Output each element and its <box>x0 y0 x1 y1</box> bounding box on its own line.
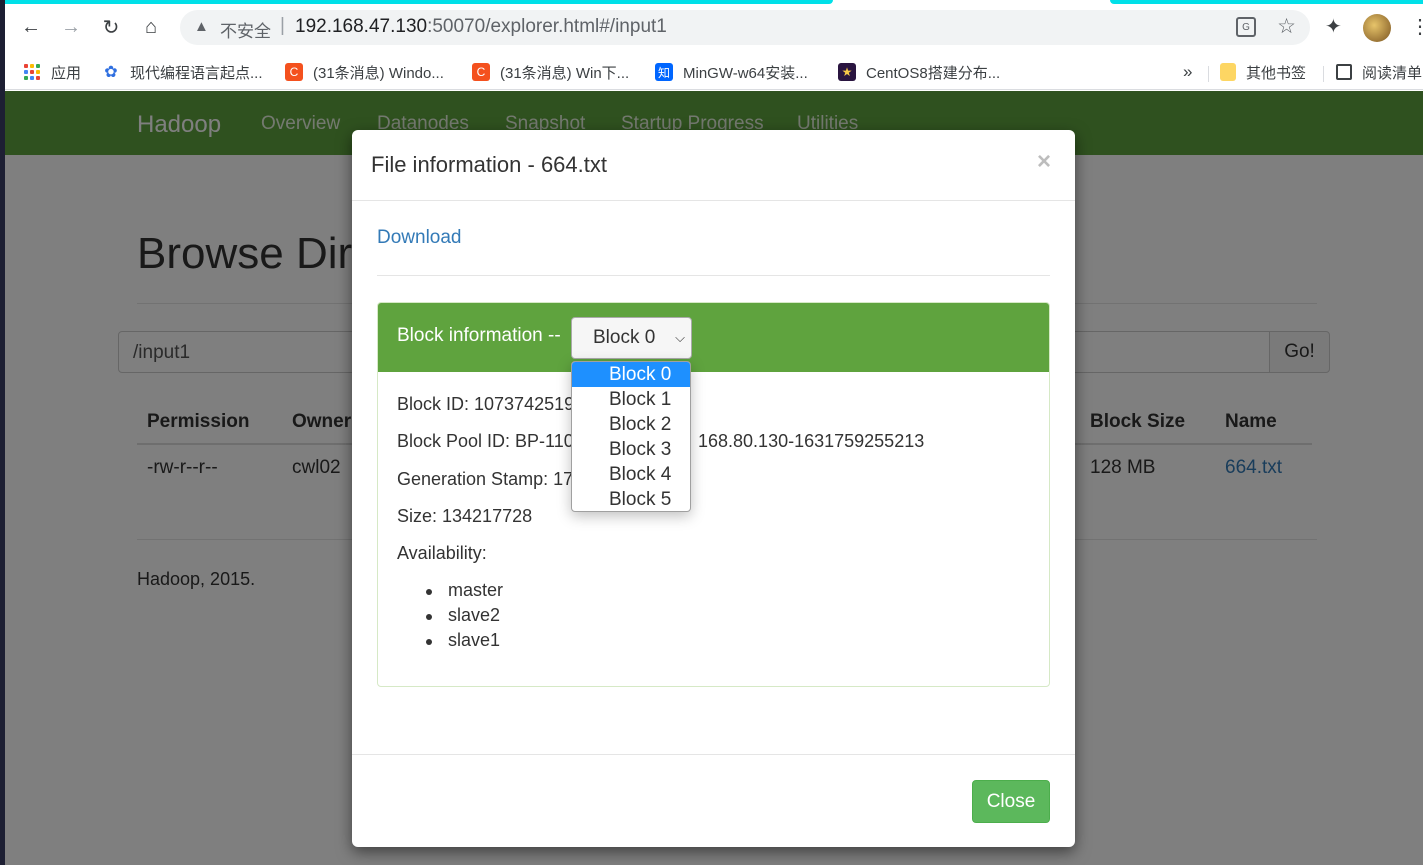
dropdown-option[interactable]: Block 5 <box>572 487 690 511</box>
forward-arrow-icon[interactable]: → <box>58 14 84 40</box>
dropdown-option[interactable]: Block 3 <box>572 437 690 462</box>
divider <box>377 275 1050 276</box>
block-size: Size: 134217728 <box>397 506 533 526</box>
url-separator: | <box>280 15 285 36</box>
bookmarks-bar: 应用 ✿ 现代编程语言起点... C (31条消息) Windo... C (3… <box>5 54 1423 90</box>
block-pool-id: Block Pool ID: BP-110 <box>397 431 574 451</box>
baidu-paw-icon: ✿ <box>104 64 118 81</box>
dropdown-option[interactable]: Block 1 <box>572 387 690 412</box>
block-id: Block ID: 1073742519 <box>397 394 575 414</box>
tab-accent-line <box>1110 0 1423 4</box>
bookmark-item[interactable]: ★ CentOS8搭建分布... <box>838 60 1000 84</box>
url-host: 192.168.47.130 <box>295 16 428 37</box>
block-select[interactable]: Block 0 ⌵ <box>571 317 692 359</box>
dropdown-option[interactable]: Block 0 <box>572 362 690 387</box>
url-path: :50070/explorer.html#/input1 <box>427 16 667 37</box>
home-icon[interactable]: ⌂ <box>138 14 164 40</box>
bookmark-item[interactable]: C (31条消息) Windo... <box>285 60 444 84</box>
reload-icon[interactable]: ↻ <box>98 14 124 40</box>
bookmark-label: (31条消息) Win下... <box>500 64 630 82</box>
warning-triangle-icon: ▲ <box>194 18 209 35</box>
reading-list[interactable]: 阅读清单 <box>1336 60 1422 84</box>
site-icon: ★ <box>838 63 856 81</box>
apps-grid-icon <box>23 63 41 81</box>
list-item: master <box>426 580 503 605</box>
tab-accent-line <box>5 0 833 4</box>
block-pool-id-tail: 168.80.130-1631759255213 <box>698 431 925 451</box>
zhihu-icon: 知 <box>655 63 673 81</box>
generation-stamp: Generation Stamp: 17 <box>397 469 574 489</box>
csdn-icon: C <box>472 63 490 81</box>
extensions-puzzle-icon[interactable]: ✦ <box>1325 14 1342 39</box>
insecure-label: 不安全 <box>220 22 271 41</box>
reading-list-icon <box>1336 64 1352 80</box>
close-button[interactable]: Close <box>972 780 1050 823</box>
block-dropdown-list: Block 0 Block 1 Block 2 Block 3 Block 4 … <box>571 361 691 512</box>
dropdown-option[interactable]: Block 4 <box>572 462 690 487</box>
list-item: slave2 <box>426 605 503 630</box>
modal-header: File information - 664.txt × <box>352 130 1075 201</box>
bookmark-apps[interactable]: 应用 <box>23 60 81 84</box>
block-information-panel: Block information -- Block 0 ⌵ Block ID:… <box>377 302 1050 687</box>
bookmark-star-icon[interactable]: ☆ <box>1277 14 1296 39</box>
menu-dots-icon[interactable]: ⋮ <box>1410 14 1423 39</box>
chevron-down-icon: ⌵ <box>675 330 685 345</box>
folder-icon <box>1220 63 1236 81</box>
url-text[interactable]: 192.168.47.130:50070/explorer.html#/inpu… <box>295 16 667 38</box>
other-bookmarks[interactable]: 其他书签 <box>1220 60 1306 84</box>
bookmark-item[interactable]: ✿ 现代编程语言起点... <box>102 60 263 84</box>
bookmark-item[interactable]: 知 MinGW-w64安装... <box>655 60 808 84</box>
reading-list-label: 阅读清单 <box>1362 64 1423 82</box>
file-information-modal: File information - 664.txt × Download Bl… <box>352 130 1075 847</box>
close-icon[interactable]: × <box>1037 148 1051 176</box>
list-item: slave1 <box>426 630 503 655</box>
translate-icon[interactable]: G <box>1236 17 1256 37</box>
other-bookmarks-label: 其他书签 <box>1246 64 1307 82</box>
bookmarks-divider <box>1323 66 1324 82</box>
bookmark-item[interactable]: C (31条消息) Win下... <box>472 60 629 84</box>
csdn-icon: C <box>285 63 303 81</box>
profile-avatar[interactable] <box>1363 14 1391 42</box>
bookmark-label: MinGW-w64安装... <box>683 64 808 82</box>
back-arrow-icon[interactable]: ← <box>18 14 44 40</box>
bookmark-label: CentOS8搭建分布... <box>866 64 1001 82</box>
bookmark-label: 应用 <box>51 64 82 82</box>
modal-title: File information - 664.txt <box>371 152 607 177</box>
dropdown-option[interactable]: Block 2 <box>572 412 690 437</box>
bookmark-label: (31条消息) Windo... <box>313 64 444 82</box>
modal-footer-divider <box>352 754 1075 755</box>
block-select-value: Block 0 <box>593 327 656 348</box>
bookmarks-divider <box>1208 66 1209 82</box>
address-bar[interactable]: ▲ 不安全 | 192.168.47.130:50070/explorer.ht… <box>180 10 1310 45</box>
availability-label: Availability: <box>397 543 487 563</box>
panel-title: Block information -- <box>397 325 561 346</box>
bookmark-label: 现代编程语言起点... <box>130 64 263 82</box>
bookmarks-overflow-chevron-icon[interactable]: » <box>1183 60 1192 84</box>
availability-list: master slave2 slave1 <box>426 580 503 655</box>
download-link[interactable]: Download <box>377 227 462 249</box>
panel-heading: Block information -- Block 0 ⌵ <box>378 303 1049 372</box>
